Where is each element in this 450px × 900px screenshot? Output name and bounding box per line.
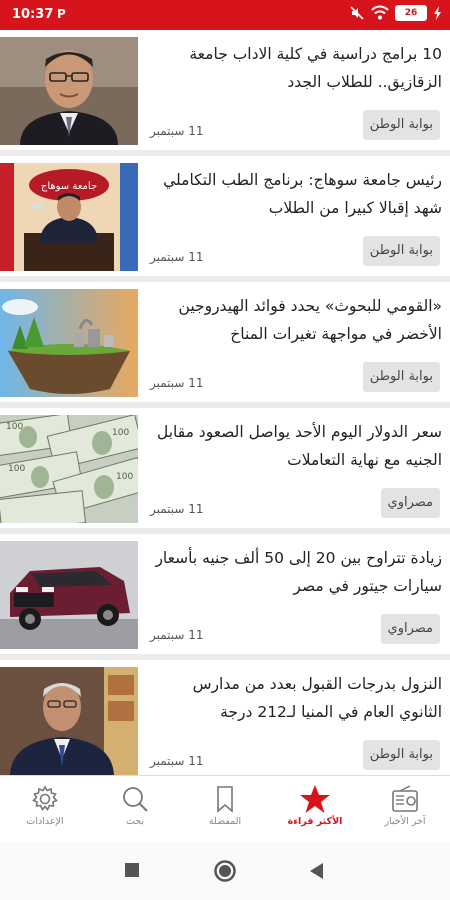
search-icon [123,787,148,812]
article-source[interactable]: بوابة الوطن [362,362,440,392]
svg-text:100: 100 [116,472,133,482]
article-date: 11 سبتمبر [150,502,204,516]
home-button[interactable] [213,859,237,883]
nav-label: آخر الأخبار [384,816,426,827]
article-thumbnail[interactable]: 100 100 100 100 [0,415,138,523]
nav-latest-news[interactable]: آخر الأخبار [360,776,450,842]
article-card[interactable]: «القومي للبحوث» يحدد فوائد الهيدروجين ال… [0,282,450,402]
article-headline[interactable]: زيادة تتراوح بين 20 إلى 50 ألف جنيه بأسع… [150,544,442,600]
bottom-navigation: الإعدادات بحث المفضلة الأكثر قراءة آخر ا… [0,775,450,842]
system-navigation-bar [0,842,450,900]
status-bar: 10:37 P 26 [0,0,450,30]
article-headline[interactable]: 10 برامج دراسية في كلية الاداب جامعة الز… [150,40,442,96]
svg-text:100: 100 [8,464,25,474]
svg-text:100: 100 [112,428,129,438]
status-icons: 26 [349,5,442,21]
nav-label: بحث [125,816,145,827]
article-source[interactable]: بوابة الوطن [362,236,440,266]
charging-icon [434,6,441,20]
article-card[interactable]: زيادة تتراوح بين 20 إلى 50 ألف جنيه بأسع… [0,534,450,654]
article-thumbnail[interactable] [0,667,138,775]
article-date: 11 سبتمبر [150,376,204,390]
article-source[interactable]: بوابة الوطن [362,110,440,140]
article-date: 11 سبتمبر [150,250,204,264]
article-card[interactable]: 10 برامج دراسية في كلية الاداب جامعة الز… [0,30,450,150]
status-time: 10:37 [12,7,54,22]
article-thumbnail[interactable] [0,289,138,397]
article-card[interactable]: 100 100 100 100 سعر الدولار اليوم الأحد … [0,408,450,528]
news-feed[interactable]: 10 برامج دراسية في كلية الاداب جامعة الز… [0,30,450,775]
wifi-icon [371,5,389,20]
article-thumbnail[interactable] [0,541,138,649]
back-button[interactable] [308,862,324,880]
article-headline[interactable]: النزول بدرجات القبول بعدد من مدارس الثان… [150,670,442,726]
recents-button[interactable] [124,862,140,878]
bookmark-icon [217,786,233,813]
svg-text:100: 100 [6,422,23,432]
nav-label: الأكثر قراءة [287,816,343,827]
app-notification-icon: P [57,7,66,21]
radio-icon [392,785,418,812]
battery-icon: 26 [395,5,427,21]
article-source[interactable]: مصراوي [380,488,440,518]
article-date: 11 سبتمبر [150,124,204,138]
article-headline[interactable]: سعر الدولار اليوم الأحد يواصل الصعود مقا… [150,418,442,474]
article-date: 11 سبتمبر [150,628,204,642]
nav-search[interactable]: بحث [90,776,180,842]
nav-settings[interactable]: الإعدادات [0,776,90,842]
article-thumbnail[interactable]: جامعة سوهاج [0,163,138,271]
mute-icon [350,6,364,20]
nav-favorites[interactable]: المفضلة [180,776,270,842]
article-card[interactable]: جامعة سوهاج رئيس جامعة سوهاج: برنامج الط… [0,156,450,276]
article-headline[interactable]: «القومي للبحوث» يحدد فوائد الهيدروجين ال… [150,292,442,348]
gear-icon [32,785,58,811]
article-card[interactable]: النزول بدرجات القبول بعدد من مدارس الثان… [0,660,450,775]
nav-most-read[interactable]: الأكثر قراءة [270,776,360,842]
article-source[interactable]: مصراوي [380,614,440,644]
article-headline[interactable]: رئيس جامعة سوهاج: برنامج الطب التكاملي ش… [150,166,442,222]
star-icon [300,785,330,813]
svg-text:جامعة سوهاج: جامعة سوهاج [41,181,97,192]
article-thumbnail[interactable] [0,37,138,145]
article-source[interactable]: بوابة الوطن [362,740,440,770]
article-date: 11 سبتمبر [150,754,204,768]
nav-label: الإعدادات [26,816,64,827]
nav-label: المفضلة [208,816,242,827]
